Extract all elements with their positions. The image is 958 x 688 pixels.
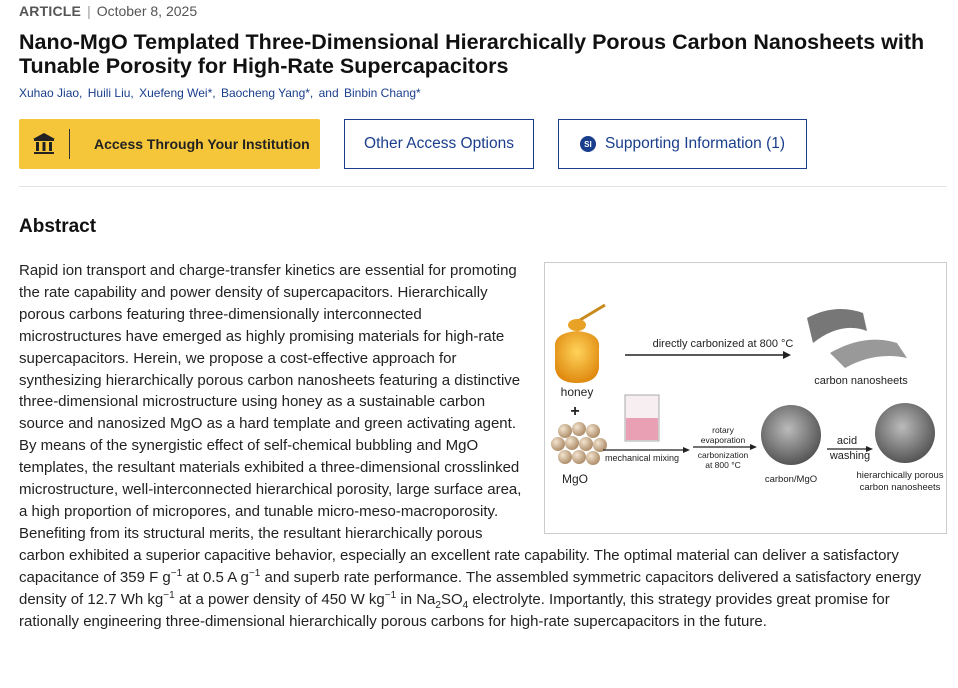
honey-label: honey <box>561 385 594 399</box>
author-link[interactable]: Binbin Chang* <box>344 86 421 100</box>
carbon-nanosheets-label: carbon nanosheets <box>814 375 908 387</box>
abstract-heading: Abstract <box>19 216 97 237</box>
carbonization-label-2: at 800 °C <box>705 460 741 470</box>
supporting-info-button[interactable]: SI Supporting Information (1) <box>558 119 807 169</box>
author-conjunction: and <box>318 86 339 100</box>
meta-separator: | <box>87 3 91 19</box>
author-link[interactable]: Baocheng Yang*, <box>221 86 313 100</box>
author-list: Xuhao Jiao, Huili Liu, Xuefeng Wei*, Bao… <box>19 86 423 100</box>
arrow1-label: directly carbonized at 800 °C <box>653 338 794 350</box>
institution-icon <box>19 119 69 169</box>
beaker-icon <box>624 394 660 442</box>
mgo-particles-icon <box>551 422 607 465</box>
other-access-button[interactable]: Other Access Options <box>344 119 534 169</box>
article-meta: ARTICLE | October 8, 2025 <box>19 3 197 19</box>
article-type: ARTICLE <box>19 3 82 19</box>
article-title: Nano-MgO Templated Three-Dimensional Hie… <box>19 30 925 78</box>
other-access-label: Other Access Options <box>364 135 514 152</box>
unit-superscript: −1 <box>163 589 175 601</box>
unit-superscript: −1 <box>170 567 183 579</box>
toc-graphic[interactable]: honey + MgO directly carbonized at 800 °… <box>544 262 947 534</box>
institution-access-label: Access Through Your Institution <box>94 136 310 152</box>
author-link[interactable]: Huili Liu, <box>88 86 134 100</box>
rotary-label-2: evaporation <box>701 435 746 445</box>
mixing-label: mechanical mixing <box>605 453 679 463</box>
abstract-body: in Na <box>396 590 436 608</box>
mgo-label: MgO <box>562 472 588 486</box>
institution-access-button[interactable]: Access Through Your Institution <box>19 119 320 169</box>
carbon-nanosheets-icon <box>807 309 907 368</box>
button-divider <box>69 129 70 159</box>
acid-label: acid <box>837 435 857 447</box>
abstract-body: SO <box>440 590 463 608</box>
abstract-text: honey + MgO directly carbonized at 800 °… <box>19 260 947 632</box>
carbon-mgo-label: carbon/MgO <box>765 474 817 485</box>
rotary-label-1: rotary <box>712 425 734 435</box>
supporting-info-label: Supporting Information (1) <box>604 135 786 152</box>
section-divider <box>19 186 947 187</box>
si-icon: SI <box>579 136 596 152</box>
author-link[interactable]: Xuefeng Wei*, <box>139 86 216 100</box>
hpc-label-1: hierarchically porous <box>856 470 943 481</box>
carbonization-label-1: carbonization <box>698 450 749 460</box>
unit-superscript: −1 <box>384 589 397 601</box>
author-link[interactable]: Xuhao Jiao, <box>19 86 82 100</box>
publication-date: October 8, 2025 <box>96 3 198 19</box>
abstract-body: at a power density of 450 W kg <box>174 590 385 608</box>
porous-carbon-sphere-icon <box>875 403 935 463</box>
honey-icon <box>554 303 606 383</box>
unit-superscript: −1 <box>248 567 261 579</box>
washing-label: washing <box>829 450 870 462</box>
carbon-mgo-sphere-icon <box>761 405 821 465</box>
abstract-body: at 0.5 A g <box>182 568 249 586</box>
hpc-label-2: carbon nanosheets <box>860 482 941 493</box>
plus-sign: + <box>570 403 579 420</box>
